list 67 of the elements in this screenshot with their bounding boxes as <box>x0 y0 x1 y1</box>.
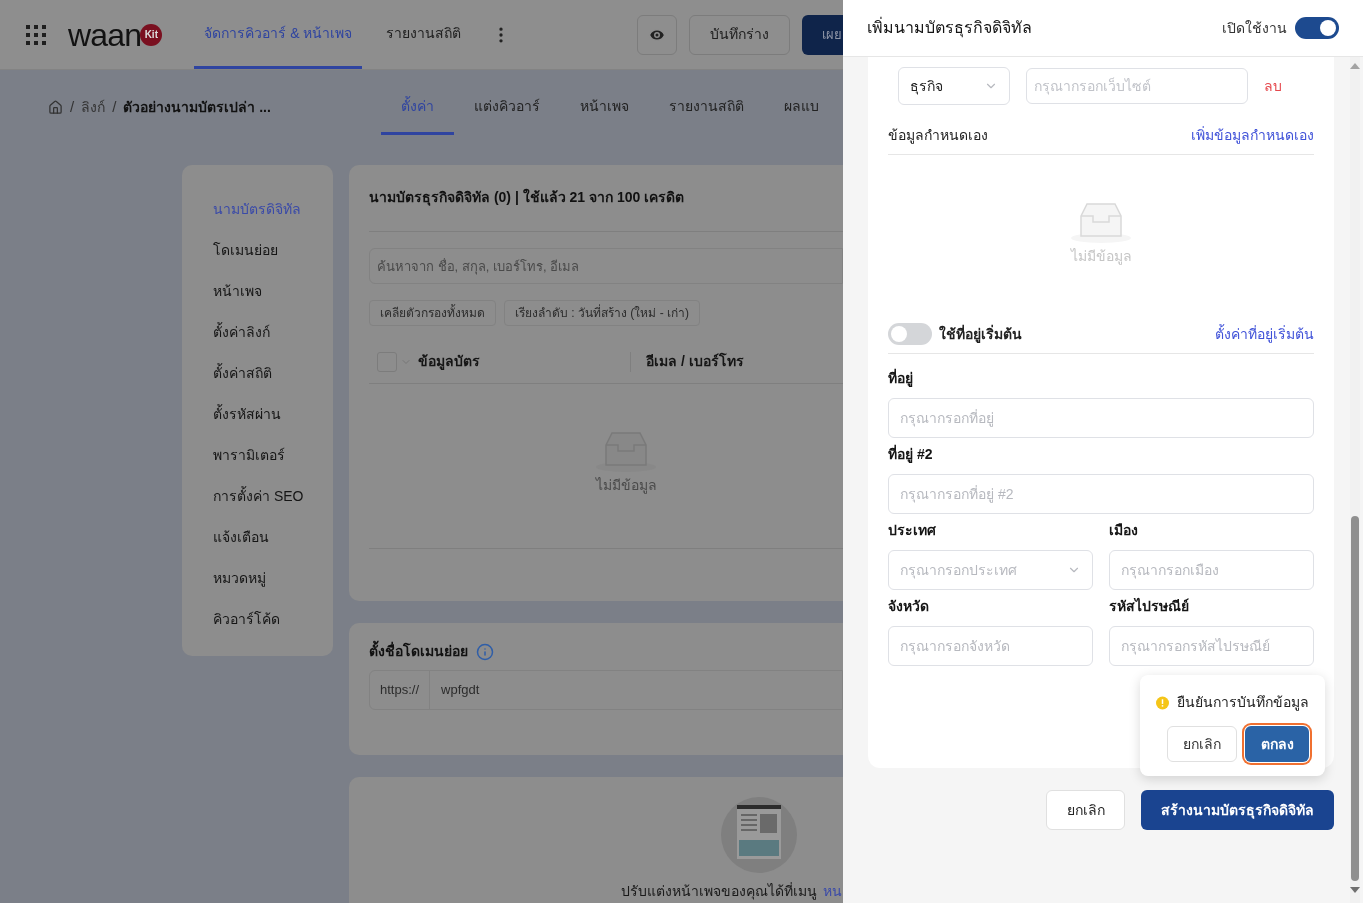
cancel-button[interactable]: ยกเลิก <box>1046 790 1125 830</box>
sidebar-item[interactable]: แจ้งเตือน <box>213 517 333 558</box>
sidebar-item[interactable]: คิวอาร์โค้ด <box>213 599 333 640</box>
save-draft-button[interactable]: บันทึกร่าง <box>689 14 790 55</box>
page-tab[interactable]: แต่งคิวอาร์ <box>453 80 560 135</box>
input-field[interactable]: กรุณากรอกเมือง <box>1109 550 1314 590</box>
input-field[interactable]: กรุณากรอกที่อยู่ <box>888 398 1314 438</box>
panel-title: นามบัตรธุรกิจดิจิทัล (0) | ใช้แล้ว 21 จาก 100 เครดิต <box>369 187 686 208</box>
drawer-title: เพิ่มนามบัตรธุรกิจดิจิทัล <box>867 16 1033 40</box>
cancel-button[interactable]: ยกเลิก <box>1167 726 1237 762</box>
delete-link[interactable]: ลบ <box>1264 75 1282 97</box>
column-header: อีเมล / เบอร์โทร <box>646 351 744 371</box>
empty-text: ไม่มีข้อมูล <box>1070 247 1132 267</box>
page-tab[interactable]: รายงานสถิติ <box>648 80 764 135</box>
input-field[interactable]: กรุณากรอกรหัสไปรษณีย์ <box>1109 626 1314 666</box>
field-label: จังหวัด <box>888 597 930 616</box>
type-select[interactable]: ธุรกิจ <box>898 67 1010 105</box>
subdomain-field[interactable]: https:// wpfgdt <box>369 670 843 710</box>
field-label: รหัสไปรษณีย์ <box>1109 597 1190 616</box>
default-address-link[interactable]: ตั้งค่าที่อยู่เริ่มต้น <box>1215 323 1314 345</box>
toggle-label: เปิดใช้งาน <box>1222 18 1287 38</box>
add-custom-link[interactable]: เพิ่มข้อมูลกำหนดเอง <box>1191 125 1314 146</box>
search-field[interactable]: ค้นหาจาก ชื่อ, สกุล, เบอร์โทร, อีเมล <box>369 248 843 284</box>
sidebar-item[interactable]: โดเมนย่อย <box>213 230 333 271</box>
input-field[interactable]: กรุณากรอกที่อยู่ #2 <box>888 474 1314 514</box>
breadcrumb-link[interactable]: ลิงก์ <box>81 97 106 118</box>
filter-chip[interactable]: เรียงลำดับ : วันที่สร้าง (ใหม่ - เก่า) <box>504 300 700 326</box>
nav-tab[interactable]: รายงานสถิติ <box>376 0 472 69</box>
input-field[interactable]: กรุณากรอกจังหวัด <box>888 626 1093 666</box>
ok-button[interactable]: ตกลง <box>1245 726 1309 762</box>
website-field[interactable]: กรุณากรอกเว็บไซต์ <box>1026 68 1248 104</box>
home-icon[interactable] <box>48 100 63 115</box>
info-icon[interactable] <box>476 642 494 661</box>
column-header: ข้อมูลบัตร <box>418 352 481 372</box>
warning-icon <box>1156 695 1169 710</box>
url-prefix: https:// <box>370 671 431 709</box>
sidebar-item[interactable]: พารามิเตอร์ <box>213 435 333 476</box>
panel-title: ตั้งชื่อโดเมนย่อย <box>369 641 468 662</box>
create-card-button[interactable]: สร้างนามบัตรธุรกิจดิจิทัล <box>1141 790 1334 830</box>
default-address-toggle[interactable] <box>888 323 932 345</box>
breadcrumb-separator: / <box>70 97 75 118</box>
field-label: เมือง <box>1109 521 1139 540</box>
field-label: ที่อยู่ #2 <box>888 444 934 465</box>
section-label: ข้อมูลกำหนดเอง <box>888 126 988 146</box>
sidebar-item[interactable]: ตั้งค่าสถิติ <box>213 353 333 394</box>
sidebar-item[interactable]: ตั้งรหัสผ่าน <box>213 394 333 435</box>
hint-text: ปรับแต่งหน้าเพจของคุณได้ที่เมนู <box>621 881 817 902</box>
breadcrumb-separator: / <box>112 97 117 118</box>
field-label: ประเทศ <box>888 521 937 540</box>
publish-button[interactable]: เผย <box>802 14 843 55</box>
app-grid-icon[interactable] <box>25 23 47 46</box>
empty-inbox-icon <box>1069 200 1133 244</box>
preview-button[interactable] <box>637 14 677 55</box>
sidebar-item[interactable]: ตั้งค่าลิงก์ <box>213 312 333 353</box>
subdomain-value: wpfgdt <box>441 681 480 700</box>
field-label: ที่อยู่ <box>888 368 914 389</box>
empty-text: ไม่มีข้อมูล <box>595 476 657 496</box>
sidebar-item[interactable]: หน้าเพจ <box>213 271 333 312</box>
sidebar-item[interactable]: หมวดหมู่ <box>213 558 333 599</box>
filter-chip[interactable]: เคลียตัวกรองทั้งหมด <box>369 300 496 326</box>
breadcrumb-current: ตัวอย่างนามบัตรเปล่า ... <box>123 98 271 117</box>
page-tab[interactable]: หน้าเพจ <box>559 80 649 135</box>
page-tab[interactable]: ผลแบ <box>763 80 839 135</box>
toggle-label: ใช้ที่อยู่เริ่มต้น <box>939 323 1023 345</box>
confirm-message: ยืนยันการบันทึกข้อมูล <box>1177 693 1309 713</box>
sidebar-item[interactable]: การตั้งค่า SEO <box>213 476 333 517</box>
enable-toggle[interactable] <box>1295 17 1339 39</box>
